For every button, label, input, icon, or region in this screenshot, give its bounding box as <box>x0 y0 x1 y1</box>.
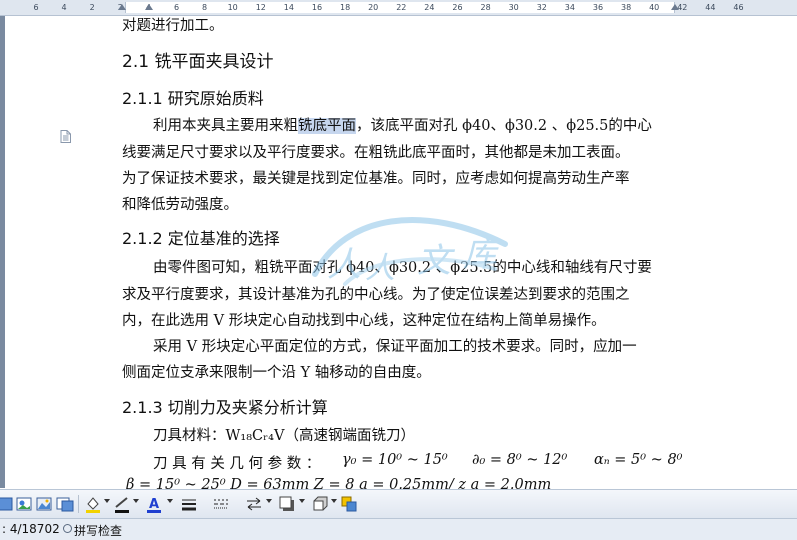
ruler-number: 44 <box>705 3 716 12</box>
paragraph-3-line-2[interactable]: 侧面定位支承来限制一个沿 Y 轴移动的自由度。 <box>122 361 431 382</box>
ruler-number: 8 <box>202 3 208 12</box>
ruler-number: 34 <box>564 3 575 12</box>
heading-2-1-1: 2.1.1 研究原始质料 <box>122 89 264 108</box>
tool-geometry-label[interactable]: 刀 具 有 关 几 何 参 数 ： <box>153 452 320 473</box>
shadow-style-icon[interactable] <box>278 495 296 513</box>
document-page[interactable]: 对题进行加工。 2.1 铣平面夹具设计 2.1.1 研究原始质料 利用本夹具主要… <box>5 16 797 493</box>
ruler-number: 14 <box>283 3 294 12</box>
status-bar: : 4/18702 拼写检查 <box>0 518 797 540</box>
paragraph-1-line-4[interactable]: 和降低劳动强度。 <box>122 193 238 214</box>
horizontal-ruler[interactable]: 6 4 2 2 4 6 8 10 12 14 16 18 20 22 24 26 28 30 32 34 36 38 40 4… <box>0 0 797 16</box>
svg-text:库: 库 <box>463 235 502 275</box>
paragraph-1-line-2[interactable]: 线要满足尺寸要求以及平行度要求。在粗铣此底平面时，其他都是未加工表面。 <box>122 141 630 162</box>
font-color-icon[interactable]: A <box>145 495 163 513</box>
select-objects-icon[interactable] <box>340 495 358 513</box>
ruler-number: 40 <box>649 3 660 12</box>
ruler-number: 24 <box>424 3 435 12</box>
ruler-number: 38 <box>621 3 632 12</box>
ruler-number: 20 <box>368 3 379 12</box>
spell-check-icon[interactable] <box>63 524 72 533</box>
shadow-style-dropdown-icon[interactable] <box>299 499 305 503</box>
svg-text:人: 人 <box>365 251 395 286</box>
insert-clipart-icon[interactable] <box>15 495 33 513</box>
drawing-toolbar: A <box>0 489 797 518</box>
paragraph-3-line-1[interactable]: 采用 V 形块定心平面定位的方式，保证平面加工的技术要求。同时，应加一 <box>153 335 637 356</box>
paragraph-1-line-3[interactable]: 为了保证技术要求，最关键是找到定位基准。同时，应考虑如何提高劳动生产率 <box>122 167 630 188</box>
heading-2-1-2: 2.1.2 定位基准的选择 <box>122 229 280 248</box>
toolbar-separator <box>78 495 79 513</box>
line-color-dropdown-icon[interactable] <box>133 499 139 503</box>
heading-2-1-3: 2.1.3 切削力及夹紧分析计算 <box>122 398 328 417</box>
line-color-icon[interactable] <box>113 495 131 513</box>
paragraph-2-line-3[interactable]: 内，在此选用 V 形块定心自动找到中心线，这种定位在结构上简单易操作。 <box>122 309 606 330</box>
ruler-number: 16 <box>311 3 323 12</box>
svg-text:人: 人 <box>327 245 361 285</box>
ruler-number: 36 <box>592 3 604 12</box>
alpha-formula: αₙ = 5⁰ ~ 8⁰ <box>594 452 683 468</box>
watermark-logo: 人 人 文 库 <box>305 214 515 294</box>
heading-2-1: 2.1 铣平面夹具设计 <box>122 52 274 72</box>
ruler-number: 22 <box>396 3 407 12</box>
spell-check-button[interactable]: 拼写检查 <box>74 522 122 539</box>
svg-text:文: 文 <box>417 241 456 281</box>
ruler-number: 6 <box>33 3 39 12</box>
fill-color-dropdown-icon[interactable] <box>104 499 110 503</box>
first-line-indent-marker[interactable] <box>145 4 153 10</box>
cut-top-line: 对题进行加工。 <box>122 18 224 34</box>
ruler-number: 10 <box>227 3 238 12</box>
gamma-formula: γ₀ = 10⁰ ~ 15⁰ <box>342 452 448 468</box>
font-color-dropdown-icon[interactable] <box>167 499 173 503</box>
watermark-graphic: 人 人 文 库 <box>312 217 508 286</box>
text-run: ，该底平面对孔 ϕ40、ϕ30.2 、ϕ25.5的中心 <box>356 118 652 134</box>
tool-material-line[interactable]: 刀具材料：W₁₈Cᵣ₄V（高速钢端面铣刀） <box>153 424 415 445</box>
insert-chart-icon[interactable] <box>56 495 74 513</box>
ruler-number: 30 <box>508 3 519 12</box>
ruler-number: 28 <box>480 3 491 12</box>
insert-image-icon[interactable] <box>35 495 53 513</box>
paragraph-options-icon[interactable] <box>60 130 71 143</box>
ruler-number: 32 <box>536 3 547 12</box>
delta-formula: ∂₀ = 8⁰ ~ 12⁰ <box>472 452 568 468</box>
3d-style-icon[interactable] <box>311 495 329 513</box>
ruler-number: 26 <box>452 3 463 12</box>
ruler-number: 12 <box>255 3 266 12</box>
paragraph-1-line-1[interactable]: 利用本夹具主要用来粗铣底平面，该底平面对孔 ϕ40、ϕ30.2 、ϕ25.5的中… <box>153 114 652 135</box>
text-run: 利用本夹具主要用来粗 <box>153 118 298 134</box>
line-style-icon[interactable] <box>180 495 198 513</box>
3d-style-dropdown-icon[interactable] <box>331 499 337 503</box>
ruler-number: 4 <box>61 3 67 12</box>
svg-text:A: A <box>149 497 159 512</box>
arrow-style-icon[interactable] <box>245 495 263 513</box>
page-indicator: : 4/18702 <box>2 522 60 536</box>
ruler-number: 6 <box>173 3 180 12</box>
arrow-style-dropdown-icon[interactable] <box>266 499 272 503</box>
insert-picture-icon[interactable] <box>0 495 14 513</box>
selected-text[interactable]: 铣底平面 <box>298 118 356 134</box>
ruler-number: 46 <box>733 3 744 12</box>
ruler-number: 18 <box>340 3 351 12</box>
ruler-number: 2 <box>89 3 95 12</box>
right-indent-marker[interactable] <box>671 4 679 10</box>
left-indent-marker[interactable] <box>118 4 126 10</box>
fill-color-icon[interactable] <box>84 495 102 513</box>
dash-style-icon[interactable] <box>212 495 230 513</box>
